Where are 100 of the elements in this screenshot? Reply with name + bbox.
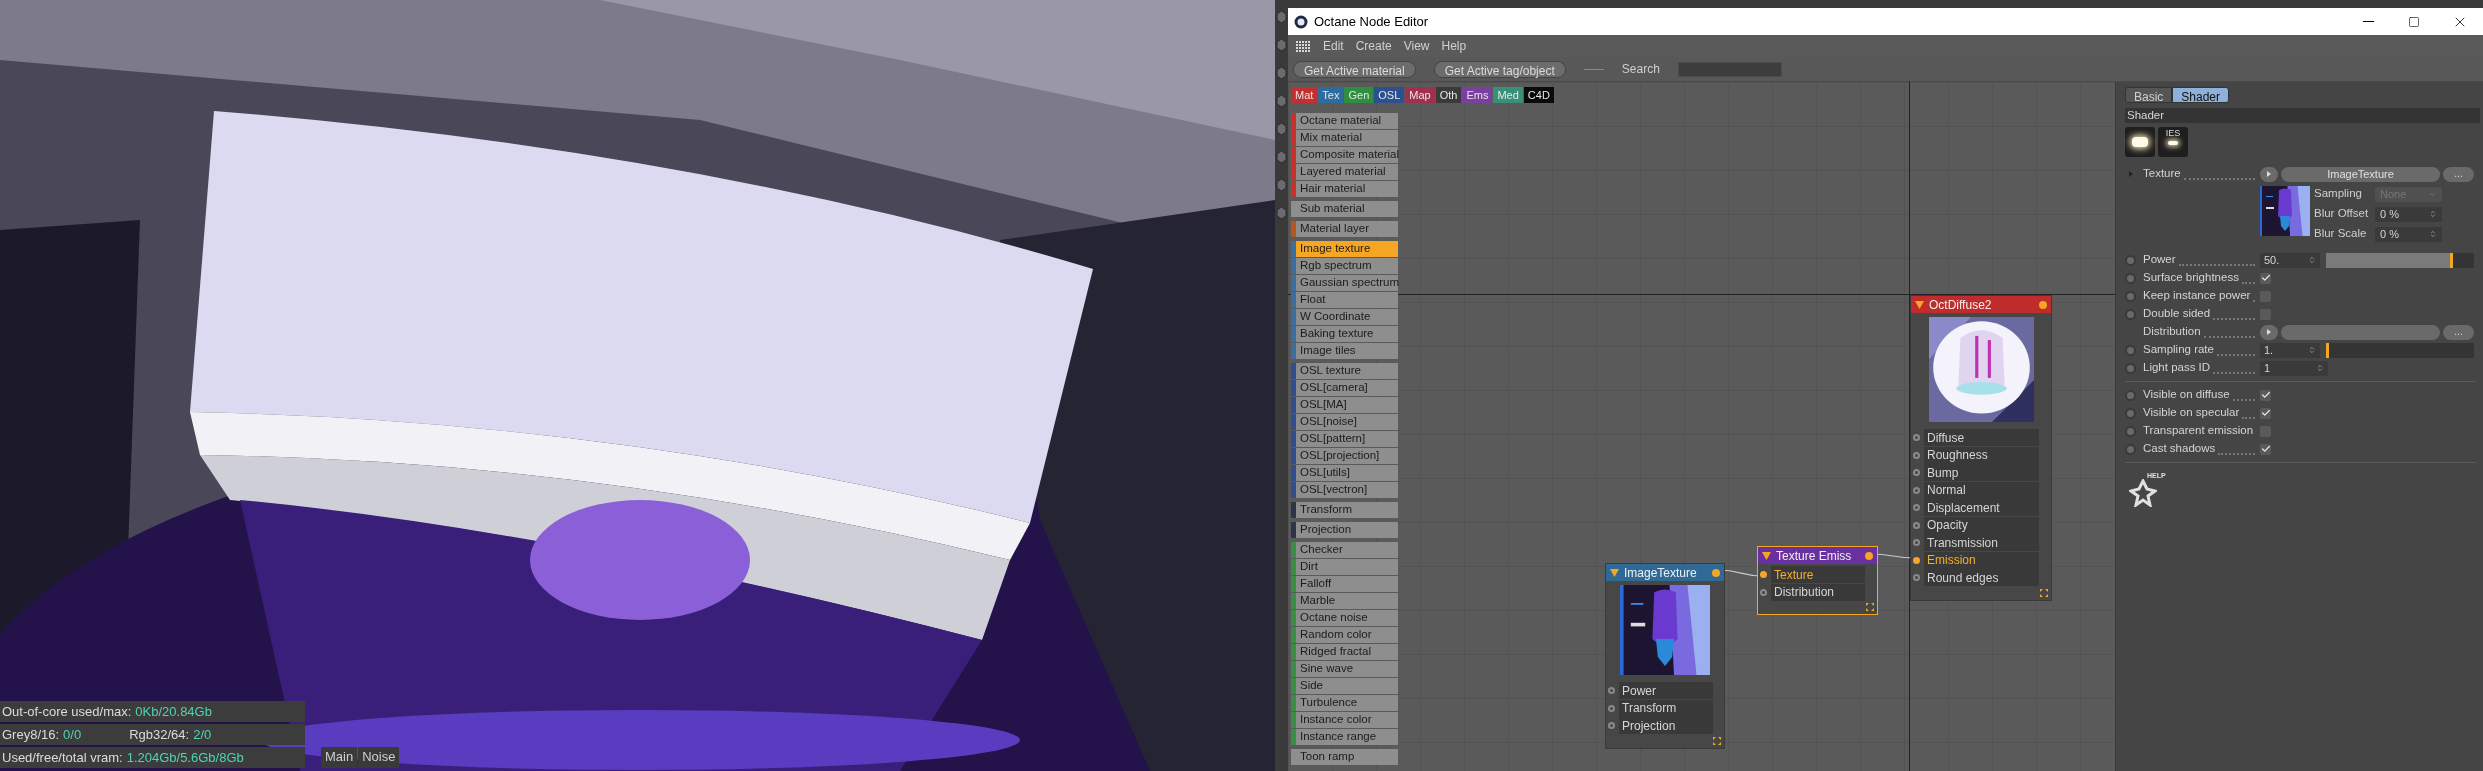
- input-port[interactable]: [1913, 451, 1920, 459]
- spinner-arrows-icon[interactable]: [2308, 346, 2316, 354]
- slider-fill[interactable]: [2326, 342, 2329, 358]
- node[interactable]: OctDiffuse2 Diffuse Roughness Bump Normal Displacement Opacity Transmission Emission Round edges: [1910, 295, 2052, 601]
- input-port[interactable]: [1608, 687, 1615, 695]
- more-button[interactable]: ...: [2443, 166, 2474, 182]
- node-type-item[interactable]: Baking texture: [1291, 326, 1398, 342]
- node-type-item[interactable]: OSL[noise]: [1291, 414, 1398, 430]
- animation-toggle[interactable]: [2125, 407, 2136, 419]
- spinner-arrows-icon[interactable]: [2429, 210, 2437, 218]
- menu-item[interactable]: Create: [1355, 37, 1392, 55]
- node-type-item[interactable]: OSL[projection]: [1291, 448, 1398, 464]
- node-header[interactable]: OctDiffuse2: [1911, 296, 2051, 313]
- spinner-arrows-icon[interactable]: [2316, 364, 2324, 372]
- node-type-item[interactable]: Octane noise: [1291, 610, 1398, 626]
- node-type-item[interactable]: OSL[camera]: [1291, 380, 1398, 396]
- animation-toggle[interactable]: [2125, 443, 2136, 455]
- node-type-item[interactable]: OSL[utils]: [1291, 465, 1398, 481]
- category-tag[interactable]: OSL: [1374, 86, 1405, 103]
- tab[interactable]: Shader: [2172, 87, 2230, 103]
- animation-toggle[interactable]: [2125, 344, 2136, 356]
- spinner-arrows-icon[interactable]: [2429, 230, 2437, 238]
- category-tag[interactable]: Gen: [1344, 86, 1374, 103]
- resize-icon[interactable]: [2040, 588, 2048, 597]
- grid-icon[interactable]: [1296, 40, 1311, 52]
- number-field[interactable]: 0 %: [2375, 226, 2442, 242]
- node-type-item[interactable]: OSL[vectron]: [1291, 482, 1398, 498]
- area-light-icon[interactable]: [2125, 127, 2155, 157]
- node-type-item[interactable]: Rgb spectrum: [1291, 258, 1398, 274]
- number-field[interactable]: 0 %: [2375, 206, 2442, 222]
- animation-toggle[interactable]: [2125, 362, 2136, 374]
- node-type-item[interactable]: Gaussian spectrum: [1291, 275, 1398, 291]
- input-port[interactable]: [1913, 574, 1920, 582]
- category-tag[interactable]: Med: [1493, 86, 1523, 103]
- input-port[interactable]: [1913, 521, 1920, 529]
- expand-arrow-icon[interactable]: [2129, 171, 2133, 177]
- input-port[interactable]: [1913, 469, 1920, 477]
- input-port[interactable]: [1913, 556, 1920, 564]
- number-field[interactable]: 50.: [2260, 252, 2320, 268]
- node-type-item[interactable]: W Coordinate: [1291, 309, 1398, 325]
- node-type-item[interactable]: Layered material: [1291, 164, 1398, 180]
- spinner-arrows-icon[interactable]: [2308, 256, 2316, 264]
- node-type-item[interactable]: Falloff: [1291, 576, 1398, 592]
- collapse-triangle-icon[interactable]: [1915, 300, 1924, 309]
- input-port[interactable]: [1913, 486, 1920, 494]
- node[interactable]: Texture Emiss Texture Distribution: [1757, 546, 1878, 615]
- menu-item[interactable]: View: [1403, 37, 1430, 55]
- category-tag[interactable]: Mat: [1291, 86, 1318, 103]
- node-type-item[interactable]: Random color: [1291, 627, 1398, 643]
- menu-item[interactable]: Help: [1441, 37, 1467, 55]
- node[interactable]: ImageTexture Power Transform Projection: [1605, 563, 1725, 749]
- checkbox[interactable]: [2260, 389, 2271, 401]
- more-button[interactable]: ...: [2443, 324, 2474, 340]
- node-type-item[interactable]: Side: [1291, 678, 1398, 694]
- slider-track[interactable]: [2326, 342, 2474, 358]
- input-port[interactable]: [1608, 704, 1615, 712]
- number-field[interactable]: 1: [2260, 360, 2328, 376]
- category-tag[interactable]: C4D: [1523, 86, 1554, 103]
- collapse-triangle-icon[interactable]: [1610, 568, 1619, 577]
- node-type-item[interactable]: Ridged fractal: [1291, 644, 1398, 660]
- category-tag[interactable]: Oth: [1435, 86, 1462, 103]
- category-tag[interactable]: Tex: [1318, 86, 1344, 103]
- input-port[interactable]: [1913, 539, 1920, 547]
- output-port[interactable]: [2039, 300, 2047, 309]
- toolbar-button[interactable]: Get Active tag/object: [1433, 60, 1566, 78]
- node-type-item[interactable]: Instance color: [1291, 712, 1398, 728]
- node-type-item[interactable]: OSL[pattern]: [1291, 431, 1398, 447]
- node-type-item[interactable]: Marble: [1291, 593, 1398, 609]
- checkbox[interactable]: [2260, 407, 2271, 419]
- node-type-item[interactable]: Image tiles: [1291, 343, 1398, 359]
- play-button-icon[interactable]: [2260, 324, 2278, 340]
- node-type-item[interactable]: Dirt: [1291, 559, 1398, 575]
- node-type-item[interactable]: Composite material: [1291, 147, 1398, 163]
- node-type-item[interactable]: Octane material: [1291, 113, 1398, 129]
- view-button[interactable]: Noise: [358, 747, 400, 768]
- node-type-item[interactable]: Sub material: [1291, 201, 1398, 217]
- node-type-item[interactable]: Toon ramp: [1291, 749, 1398, 765]
- node-type-item[interactable]: Sine wave: [1291, 661, 1398, 677]
- search-field[interactable]: [1677, 61, 1782, 77]
- node-header[interactable]: Texture Emiss: [1758, 547, 1877, 564]
- node-type-item[interactable]: Turbulence: [1291, 695, 1398, 711]
- output-port[interactable]: [1865, 551, 1873, 560]
- toolbar-button[interactable]: Get Active material: [1293, 60, 1416, 78]
- node-type-item[interactable]: Image texture: [1291, 241, 1398, 257]
- node-type-item[interactable]: Mix material: [1291, 130, 1398, 146]
- input-port[interactable]: [1608, 722, 1615, 730]
- node-type-item[interactable]: Checker: [1291, 542, 1398, 558]
- node-type-item[interactable]: Projection: [1291, 522, 1398, 538]
- node-type-item[interactable]: Transform: [1291, 502, 1398, 518]
- menu-item[interactable]: Edit: [1323, 37, 1344, 55]
- checkbox[interactable]: [2260, 443, 2271, 455]
- play-button-icon[interactable]: [2260, 166, 2278, 182]
- node-type-item[interactable]: Instance range: [1291, 729, 1398, 745]
- checkbox[interactable]: [2260, 272, 2271, 284]
- animation-toggle[interactable]: [2125, 425, 2136, 437]
- output-port[interactable]: [1712, 568, 1720, 577]
- resize-icon[interactable]: [1713, 736, 1721, 745]
- view-button[interactable]: Main: [321, 747, 358, 768]
- number-field[interactable]: 1.: [2260, 342, 2320, 358]
- animation-toggle[interactable]: [2125, 272, 2136, 284]
